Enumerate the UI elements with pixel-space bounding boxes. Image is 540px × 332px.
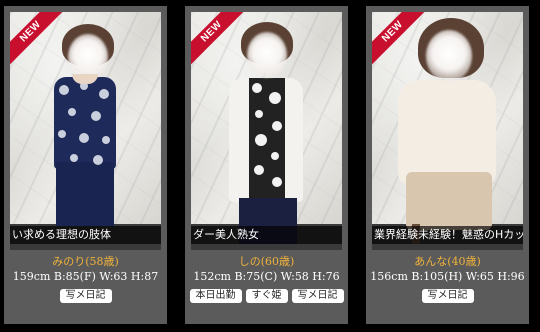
- profile-photo[interactable]: NEW ダー美人熟女: [191, 12, 342, 250]
- new-badge: NEW: [191, 12, 251, 72]
- dot-pattern: [252, 83, 282, 187]
- profile-grid: NEW い求める理想の肢体 みのり(58歳) 159cm B:85(F) W:6…: [0, 0, 540, 332]
- blurred-face: [247, 32, 287, 78]
- photo-diary-button[interactable]: 写メ日記: [291, 289, 344, 303]
- profile-stats: 156cm B:105(H) W:65 H:96: [370, 270, 525, 283]
- catchphrase-caption: い求める理想の肢体: [10, 226, 161, 244]
- profile-stats: 159cm B:85(F) W:63 H:87: [12, 270, 159, 283]
- profile-card[interactable]: NEW い求める理想の肢体 みのり(58歳) 159cm B:85(F) W:6…: [4, 6, 167, 324]
- photo-diary-button[interactable]: 写メ日記: [421, 289, 474, 303]
- profile-photo[interactable]: NEW 業界経験未経験！魅惑のHカップ: [372, 12, 523, 250]
- new-badge: NEW: [372, 12, 432, 72]
- profile-name[interactable]: あんな(40歳): [366, 253, 529, 269]
- blurred-face: [426, 30, 472, 82]
- profile-stats: 152cm B:75(C) W:58 H:76: [193, 270, 340, 283]
- profile-name[interactable]: しの(60歳): [185, 253, 348, 269]
- profile-photo[interactable]: NEW い求める理想の肢体: [10, 12, 161, 250]
- working-today-button[interactable]: 本日出勤: [189, 289, 242, 303]
- photo-diary-button[interactable]: 写メ日記: [59, 289, 112, 303]
- profile-name[interactable]: みのり(58歳): [4, 253, 167, 269]
- new-badge: NEW: [10, 12, 70, 72]
- profile-card[interactable]: NEW 業界経験未経験！魅惑のHカップ あんな(40歳) 156cm B:105…: [366, 6, 529, 324]
- profile-card[interactable]: NEW ダー美人熟女 しの(60歳) 152cm B:75(C) W:58 H:…: [185, 6, 348, 324]
- floral-pattern: [58, 82, 110, 165]
- catchphrase-caption: ダー美人熟女: [191, 226, 342, 244]
- available-now-button[interactable]: すぐ姫: [245, 289, 288, 303]
- catchphrase-caption: 業界経験未経験！魅惑のHカップ: [372, 226, 523, 244]
